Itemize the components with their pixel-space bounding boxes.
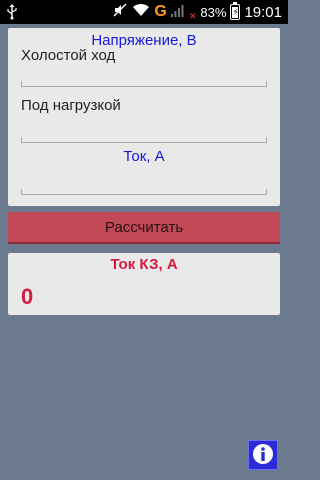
wifi-icon (132, 2, 150, 23)
signal-icon (170, 2, 185, 23)
input-card: Напряжение, В Холостой ход Под нагрузкой… (8, 28, 280, 206)
no-load-input-underline (21, 81, 267, 87)
status-time: 19:01 (244, 3, 282, 21)
info-icon (252, 443, 274, 468)
status-bar: G ✕ 83% ⚡ 19:01 (0, 0, 288, 24)
mute-icon (112, 2, 128, 23)
calculate-button[interactable]: Рассчитать (8, 212, 280, 244)
current-section-title: Ток, А (123, 148, 165, 165)
current-input-underline (21, 189, 267, 195)
battery-icon: ⚡ (230, 2, 241, 20)
no-signal-x-icon: ✕ (188, 10, 197, 21)
result-card: Ток КЗ, А 0 (8, 253, 280, 315)
info-button[interactable] (248, 440, 278, 470)
no-load-label: Холостой ход (21, 47, 116, 64)
under-load-label: Под нагрузкой (21, 97, 121, 114)
network-type: G (154, 3, 167, 20)
result-value: 0 (21, 284, 34, 309)
under-load-input-underline (21, 137, 267, 143)
under-load-voltage-input[interactable] (21, 118, 267, 138)
usb-icon (6, 4, 18, 20)
result-title: Ток КЗ, А (110, 256, 178, 273)
battery-percent: 83% (200, 4, 227, 20)
